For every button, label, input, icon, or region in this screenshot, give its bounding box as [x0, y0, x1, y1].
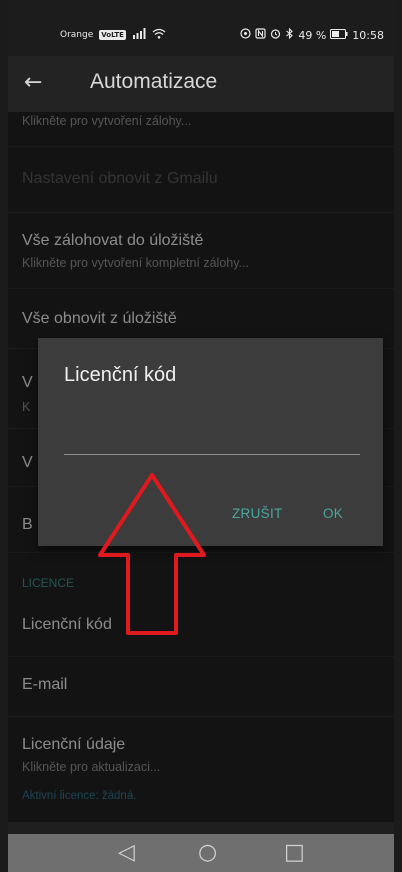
bluetooth-icon	[285, 27, 294, 42]
nfc-icon	[255, 28, 266, 42]
back-arrow-icon[interactable]: ←	[24, 70, 42, 95]
app-bar: ← Automatizace	[8, 56, 394, 112]
system-nav-bar: ◁ ○ □	[8, 834, 394, 872]
volte-badge: VoLTE	[99, 30, 126, 40]
licence-code-input[interactable]	[64, 430, 360, 455]
signal-icon	[132, 28, 146, 42]
cancel-button[interactable]: ZRUŠIT	[232, 506, 283, 521]
clock: 10:58	[352, 28, 384, 42]
phone-screen: Orange VoLTE 49 % 10:58 ← Automatizace K…	[8, 0, 394, 872]
status-right: 49 % 10:58	[240, 27, 384, 42]
nav-back-icon[interactable]: ◁	[118, 840, 135, 865]
carrier-name: Orange	[60, 30, 94, 40]
nav-home-icon[interactable]: ○	[198, 840, 217, 865]
alarm-icon	[270, 28, 281, 42]
ok-button[interactable]: OK	[323, 506, 343, 521]
licence-code-dialog: Licenční kód ZRUŠIT OK	[38, 338, 383, 546]
page-title: Automatizace	[90, 70, 218, 93]
wifi-icon	[152, 28, 166, 42]
location-icon	[240, 28, 251, 42]
status-bar: Orange VoLTE 49 % 10:58	[8, 0, 394, 56]
dialog-title: Licenční kód	[64, 364, 177, 386]
battery-percent: 49 %	[298, 28, 327, 42]
status-left: Orange VoLTE	[60, 28, 166, 42]
battery-icon	[330, 28, 348, 42]
nav-recents-icon[interactable]: □	[284, 840, 305, 865]
